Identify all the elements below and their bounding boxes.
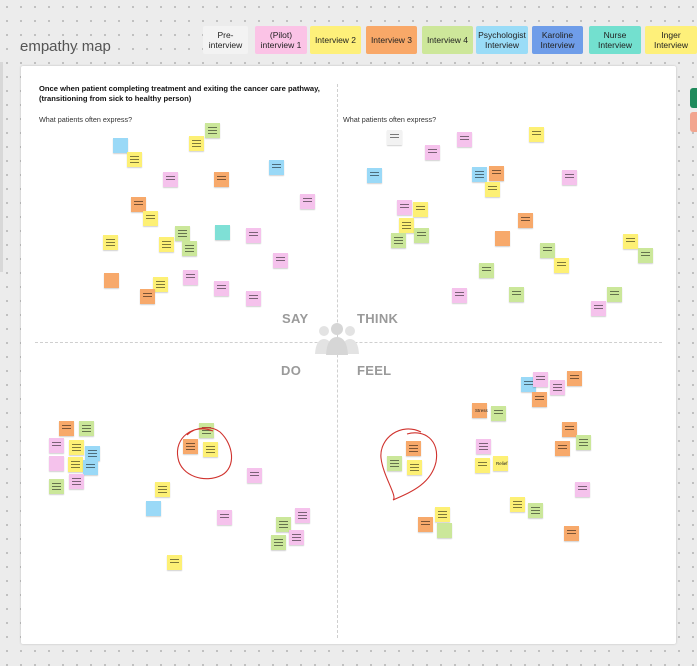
legend-chip[interactable]: Pre-interview (203, 26, 248, 54)
legend-chip-label: Interview 4 (426, 35, 469, 45)
empathy-map-board[interactable]: Once when patient completing treatment a… (21, 66, 676, 644)
circle-annotation-feel (380, 428, 438, 501)
side-toolbar-button-green[interactable] (690, 88, 697, 108)
legend-chip[interactable]: Interview 4 (422, 26, 473, 54)
legend-chip-label: (Pilot) interview 1 (260, 30, 302, 50)
legend-chip[interactable]: Psychologist Interview (476, 26, 528, 54)
legend-chip-label: Interview 2 (314, 35, 357, 45)
legend-chip[interactable]: (Pilot) interview 1 (255, 26, 307, 54)
hand-drawn-circles (176, 427, 438, 501)
legend-chip[interactable]: Inger Interview (645, 26, 697, 54)
legend-chip[interactable]: Interview 2 (310, 26, 361, 54)
legend-chip-label: Nurse Interview (597, 30, 632, 50)
legend-chip-label: Inger Interview (653, 30, 688, 50)
circle-annotation-do (176, 427, 233, 480)
board-title[interactable]: empathy map (20, 38, 111, 55)
legend-chip[interactable]: Nurse Interview (589, 26, 641, 54)
legend-chip-label: Interview 3 (370, 35, 413, 45)
legend-chip-label: Psychologist Interview (478, 30, 526, 50)
left-edge-panel (0, 62, 3, 272)
legend-chip-label: Pre-interview (208, 30, 243, 50)
legend-chip[interactable]: Interview 3 (366, 26, 417, 54)
side-toolbar-button-orange[interactable] (690, 112, 697, 132)
legend-chip[interactable]: Karoline Interview (532, 26, 583, 54)
legend-chip-label: Karoline Interview (540, 30, 575, 50)
